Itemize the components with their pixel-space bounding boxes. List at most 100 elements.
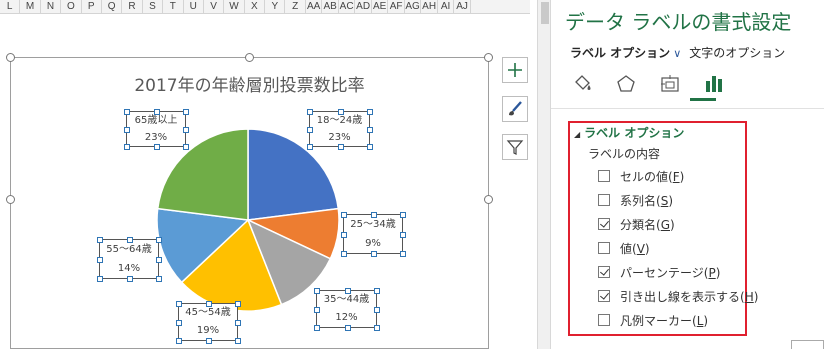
label-selection-handle[interactable] [344,325,351,331]
fill-line-tab[interactable] [569,72,595,96]
label-selection-handle[interactable] [367,127,373,133]
column-header[interactable]: O [61,0,82,13]
chart-filters-button[interactable] [502,134,528,160]
label-selection-handle[interactable] [235,320,241,326]
worksheet-area[interactable]: L M N O P Q R S T U V W X Y Z AA AB AC AD AE AF AG AH AI AJ 2017… [0,0,530,349]
option-row[interactable]: パーセンテージ(P) [598,263,720,281]
column-header[interactable]: S [143,0,164,13]
data-label[interactable]: 55～64歳 14% [97,237,162,282]
section-header-label-options[interactable]: ◢ ラベル オプション [574,124,684,141]
tab-text-options[interactable]: 文字のオプション [689,44,785,61]
label-selection-handle[interactable] [371,251,377,257]
label-options-tab[interactable] [701,72,727,96]
column-header[interactable]: X [245,0,266,13]
data-label[interactable]: 25～34歳 9% [341,212,406,257]
label-selection-handle[interactable] [367,144,373,150]
label-selection-handle[interactable] [154,144,160,150]
column-header[interactable]: T [163,0,184,13]
option-row[interactable]: 引き出し線を表示する(H) [598,287,758,305]
label-selection-handle[interactable] [183,109,189,115]
label-selection-handle[interactable] [156,237,162,243]
column-header[interactable]: N [41,0,62,13]
label-selection-handle[interactable] [176,301,182,307]
option-row[interactable]: 値(V) [598,239,650,257]
label-selection-handle[interactable] [124,109,130,115]
label-selection-handle[interactable] [341,212,347,218]
effects-tab[interactable] [613,72,639,96]
column-header[interactable]: P [82,0,102,13]
column-header[interactable]: L [0,0,21,13]
label-selection-handle[interactable] [337,109,344,115]
column-header[interactable]: Q [102,0,123,13]
label-selection-handle[interactable] [206,301,212,307]
label-selection-handle[interactable] [97,237,103,243]
data-label[interactable]: 65歳以上 23% [124,109,189,150]
label-selection-handle[interactable] [341,251,347,257]
label-selection-handle[interactable] [156,276,162,282]
option-row[interactable]: 系列名(S) [598,191,673,209]
label-selection-handle[interactable] [314,288,320,294]
chart-styles-button[interactable] [502,96,528,122]
label-selection-handle[interactable] [374,325,380,331]
label-selection-handle[interactable] [124,144,130,150]
column-header[interactable]: AC [339,0,356,13]
label-selection-handle[interactable] [176,320,182,326]
label-selection-handle[interactable] [337,144,344,150]
column-header[interactable]: V [204,0,225,13]
option-checkbox[interactable] [598,194,610,206]
column-header[interactable]: AB [322,0,339,13]
column-header[interactable]: AJ [454,0,471,13]
label-selection-handle[interactable] [127,276,133,282]
column-header[interactable]: AE [372,0,389,13]
option-row[interactable]: 分類名(G) [598,215,675,233]
label-selection-handle[interactable] [206,338,212,344]
column-header[interactable]: W [224,0,245,13]
label-selection-handle[interactable] [374,307,380,313]
label-selection-handle[interactable] [235,338,241,344]
label-selection-handle[interactable] [400,232,406,238]
label-selection-handle[interactable] [307,144,313,150]
option-checkbox[interactable] [598,290,610,302]
label-selection-handle[interactable] [371,212,377,218]
label-selection-handle[interactable] [154,109,160,115]
label-selection-handle[interactable] [367,109,373,115]
pie-chart[interactable]: 2017年の年齢層別投票数比率 18～24歳 23% 25～34歳 9% 35～44歳 1… [6,53,493,349]
label-selection-handle[interactable] [97,257,103,263]
option-checkbox[interactable] [598,242,610,254]
option-checkbox[interactable] [598,266,610,278]
column-header[interactable]: Y [265,0,286,13]
column-header[interactable]: AD [355,0,372,13]
data-label[interactable]: 18～24歳 23% [307,109,373,150]
tab-label-options[interactable]: ラベル オプション ∨ [570,44,681,61]
label-selection-handle[interactable] [400,251,406,257]
column-header[interactable]: M [20,0,41,13]
chart-elements-button[interactable] [502,57,528,83]
option-row[interactable]: セルの値(F) [598,167,684,185]
label-selection-handle[interactable] [374,288,380,294]
option-checkbox[interactable] [598,314,610,326]
label-selection-handle[interactable] [341,232,347,238]
label-selection-handle[interactable] [124,127,130,133]
label-selection-handle[interactable] [183,127,189,133]
column-header[interactable]: AG [405,0,422,13]
label-selection-handle[interactable] [314,325,320,331]
label-selection-handle[interactable] [314,307,320,313]
scrollbar-thumb[interactable] [541,2,549,24]
option-checkbox[interactable] [598,218,610,230]
label-selection-handle[interactable] [156,257,162,263]
size-properties-tab[interactable] [657,72,683,96]
column-header[interactable]: AI [438,0,455,13]
data-label[interactable]: 45～54歳 19% [176,301,241,344]
label-selection-handle[interactable] [400,212,406,218]
label-selection-handle[interactable] [307,127,313,133]
label-selection-handle[interactable] [235,301,241,307]
option-checkbox[interactable] [598,170,610,182]
column-header[interactable]: R [122,0,143,13]
option-row[interactable]: 凡例マーカー(L) [598,311,708,329]
label-selection-handle[interactable] [176,338,182,344]
label-selection-handle[interactable] [97,276,103,282]
column-header[interactable]: AA [306,0,323,13]
column-header[interactable]: Z [285,0,306,13]
column-header[interactable]: AF [388,0,405,13]
label-selection-handle[interactable] [183,144,189,150]
